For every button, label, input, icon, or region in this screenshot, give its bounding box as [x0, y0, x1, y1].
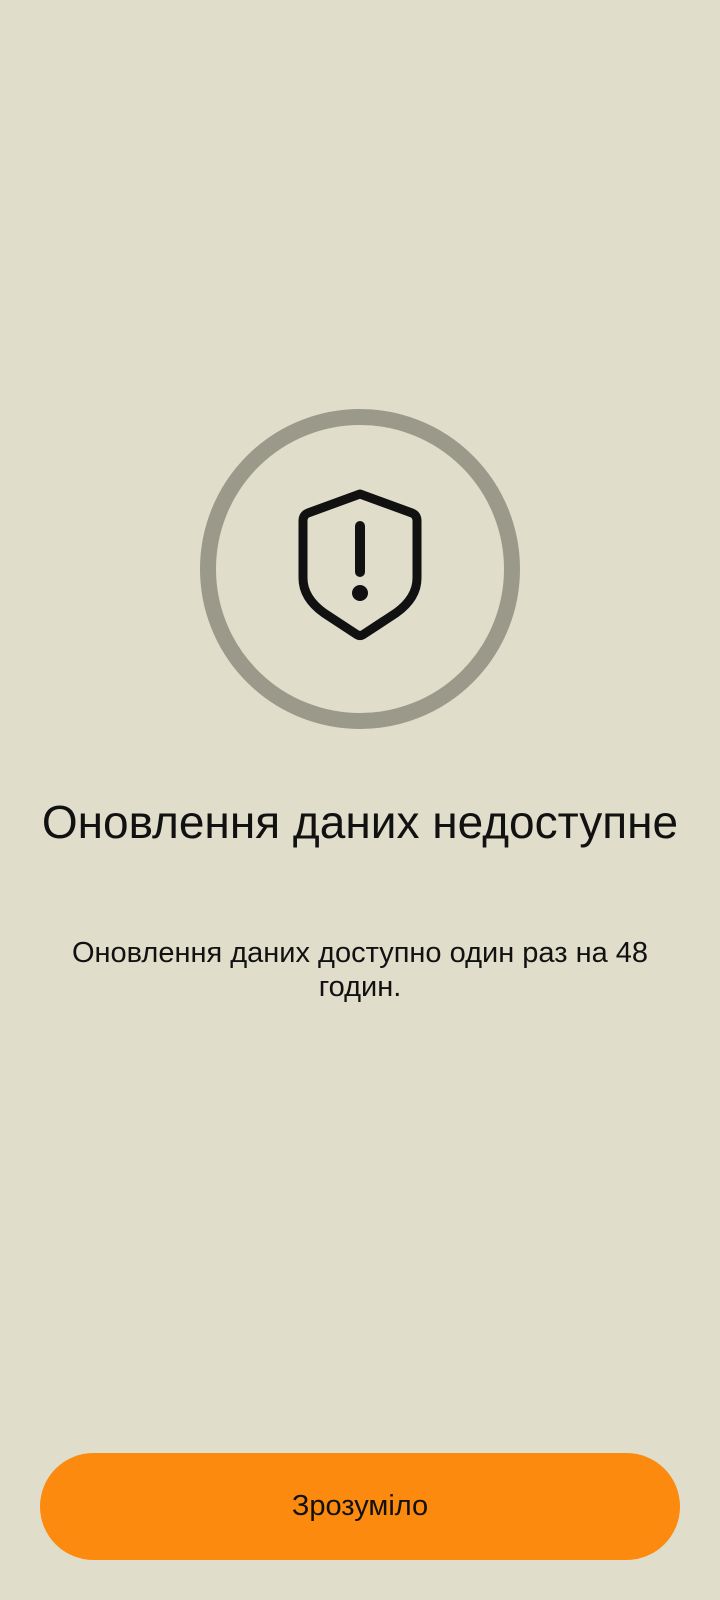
status-illustration	[200, 409, 520, 729]
data-update-unavailable-screen: Оновлення даних недоступне Оновлення дан…	[0, 0, 720, 1600]
understood-button[interactable]: Зрозуміло	[40, 1453, 680, 1560]
page-title: Оновлення даних недоступне	[41, 796, 679, 848]
shield-alert-icon	[298, 489, 422, 640]
description-text: Оновлення даних доступно один раз на 48 …	[71, 937, 649, 1003]
